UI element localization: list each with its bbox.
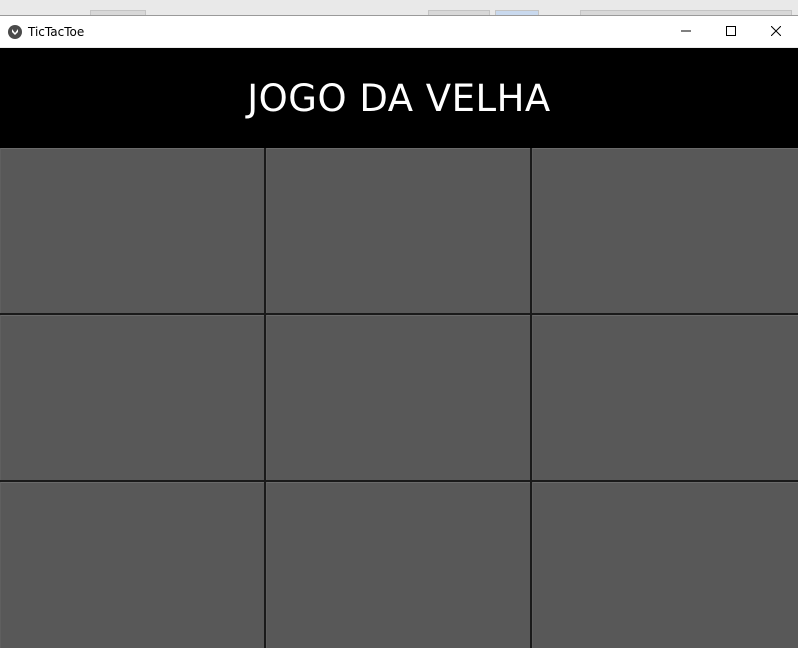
game-header: JOGO DA VELHA bbox=[0, 48, 798, 148]
close-button[interactable] bbox=[753, 16, 798, 47]
board-cell-6[interactable] bbox=[532, 315, 798, 480]
background-window-strip bbox=[0, 0, 798, 17]
minimize-icon bbox=[680, 23, 691, 41]
board-cell-8[interactable] bbox=[266, 482, 530, 648]
board-cell-1[interactable] bbox=[0, 148, 264, 313]
board-cell-4[interactable] bbox=[0, 315, 264, 480]
window-controls bbox=[663, 16, 798, 47]
board-cell-5[interactable] bbox=[266, 315, 530, 480]
kivy-app-icon bbox=[8, 24, 22, 39]
board-cell-2[interactable] bbox=[266, 148, 530, 313]
maximize-button[interactable] bbox=[708, 16, 753, 47]
close-icon bbox=[770, 23, 781, 41]
game-title: JOGO DA VELHA bbox=[247, 76, 551, 120]
app-window: TicTacToe JOGO DA VELHA bbox=[0, 16, 798, 648]
board-cell-7[interactable] bbox=[0, 482, 264, 648]
board-cell-3[interactable] bbox=[532, 148, 798, 313]
title-bar[interactable]: TicTacToe bbox=[0, 16, 798, 48]
board-cell-9[interactable] bbox=[532, 482, 798, 648]
window-title: TicTacToe bbox=[28, 24, 85, 39]
tic-tac-toe-board bbox=[0, 148, 798, 648]
minimize-button[interactable] bbox=[663, 16, 708, 47]
maximize-icon bbox=[725, 23, 736, 41]
